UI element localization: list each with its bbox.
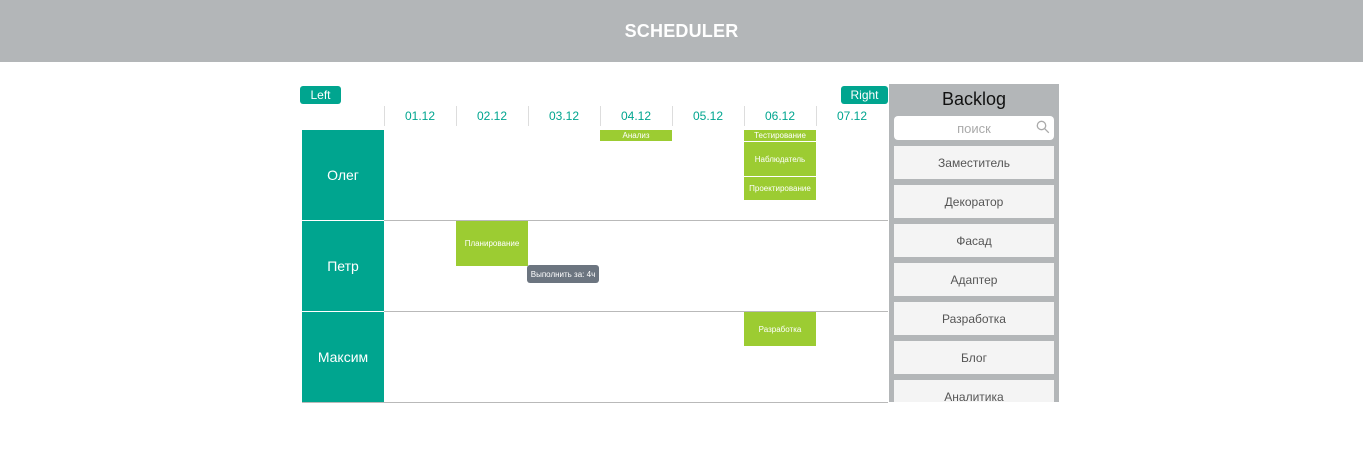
backlog-title: Backlog bbox=[941, 89, 1007, 109]
left-button[interactable]: Left bbox=[300, 86, 341, 104]
backlog-panel: Backlog Заместитель Декоратор Фасад Адап… bbox=[889, 84, 1059, 402]
date-divider bbox=[456, 106, 457, 126]
right-button[interactable]: Right bbox=[841, 86, 888, 104]
date-header: 01.12 bbox=[404, 109, 436, 123]
person-oleg[interactable]: Олег bbox=[302, 130, 384, 220]
person-petr[interactable]: Петр bbox=[302, 221, 384, 311]
date-header: 06.12 bbox=[764, 109, 796, 123]
app-title: SCHEDULER bbox=[624, 20, 739, 41]
task-analysis[interactable]: Анализ bbox=[600, 130, 672, 141]
date-divider bbox=[816, 106, 817, 126]
search-box bbox=[894, 116, 1054, 140]
app-header: SCHEDULER bbox=[0, 0, 1363, 62]
backlog-item[interactable]: Фасад bbox=[894, 224, 1054, 257]
backlog-item[interactable]: Декоратор bbox=[894, 185, 1054, 218]
date-divider bbox=[384, 106, 385, 126]
search-input[interactable] bbox=[894, 116, 1054, 140]
person-maxim[interactable]: Максим bbox=[302, 312, 384, 402]
date-header: 07.12 bbox=[836, 109, 868, 123]
row-divider bbox=[302, 402, 888, 403]
date-divider bbox=[600, 106, 601, 126]
task-development[interactable]: Разработка bbox=[744, 312, 816, 346]
backlog-item[interactable]: Аналитика bbox=[894, 380, 1054, 402]
backlog-item[interactable]: Заместитель bbox=[894, 146, 1054, 179]
search-icon[interactable] bbox=[1036, 120, 1050, 134]
backlog-item[interactable]: Адаптер bbox=[894, 263, 1054, 296]
task-tooltip: Выполнить за: 4ч bbox=[527, 265, 599, 283]
date-divider bbox=[528, 106, 529, 126]
date-divider bbox=[672, 106, 673, 126]
task-observer[interactable]: Наблюдатель bbox=[744, 142, 816, 176]
backlog-item[interactable]: Разработка bbox=[894, 302, 1054, 335]
date-header: 03.12 bbox=[548, 109, 580, 123]
backlog-item[interactable]: Блог bbox=[894, 341, 1054, 374]
task-planning[interactable]: Планирование bbox=[456, 221, 528, 266]
date-divider bbox=[744, 106, 745, 126]
date-header: 04.12 bbox=[620, 109, 652, 123]
date-header: 05.12 bbox=[692, 109, 724, 123]
task-design[interactable]: Проектирование bbox=[744, 177, 816, 200]
date-header: 02.12 bbox=[476, 109, 508, 123]
task-testing[interactable]: Тестирование bbox=[744, 130, 816, 141]
